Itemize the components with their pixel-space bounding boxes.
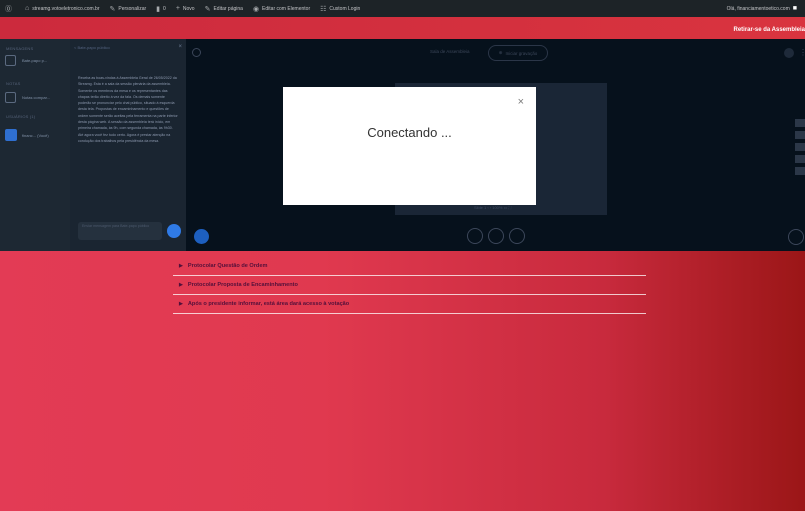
accordion-label: Protocolar Proposta de Encaminhamento <box>187 282 298 288</box>
plus-icon: + <box>175 5 180 12</box>
elementor-icon: ◉ <box>252 5 260 13</box>
connecting-message: Conectando ... <box>367 125 452 140</box>
customize-link[interactable]: ✎ Personalizar <box>105 0 152 17</box>
custom-login-label: Custom Login <box>329 5 361 12</box>
connecting-modal: × Conectando ... <box>283 87 536 205</box>
custom-login-link[interactable]: ☷ Custom Login <box>315 0 365 17</box>
accordion-voting[interactable]: ▶ Após o presidente informar, está área d… <box>173 295 646 314</box>
greeting-label: Olá, financiamentoetico.com <box>726 5 790 12</box>
leave-assembly-link[interactable]: Retirar-se da Assembleia <box>734 27 805 33</box>
caret-right-icon: ▶ <box>179 282 183 288</box>
edit-page-label: Editar página <box>213 5 243 12</box>
pencil-icon: ✎ <box>204 5 211 13</box>
admin-bar: ⓪ ⌂ streamg.votoeletronico.com.br ✎ Person… <box>0 0 805 17</box>
close-icon[interactable]: × <box>518 96 524 108</box>
comments-link[interactable]: ▮ 0 <box>151 0 171 17</box>
customize-label: Personalizar <box>118 5 147 12</box>
brush-icon: ✎ <box>109 5 116 13</box>
top-strip <box>0 17 805 39</box>
home-icon: ⌂ <box>25 5 30 12</box>
account-menu[interactable]: Olá, financiamentoetico.com ■ <box>722 0 805 17</box>
site-name: streamg.votoeletronico.com.br <box>32 5 100 12</box>
accordion-question-of-order[interactable]: ▶ Protocolar Questão de Ordem <box>173 257 646 276</box>
accordion-label: Protocolar Questão de Ordem <box>187 263 268 269</box>
accordion-label: Após o presidente informar, está área da… <box>187 301 350 307</box>
site-name-link[interactable]: ⌂ streamg.votoeletronico.com.br <box>20 0 105 17</box>
new-label: Novo <box>182 5 195 12</box>
comments-count: 0 <box>163 5 166 12</box>
edit-page-link[interactable]: ✎ Editar página <box>200 0 248 17</box>
comment-icon: ▮ <box>156 5 161 13</box>
avatar-icon: ■ <box>792 5 797 12</box>
elementor-label: Editar com Elementor <box>262 5 311 12</box>
grid-icon: ☷ <box>320 5 327 13</box>
page-content: ▶ Protocolar Questão de Ordem ▶ Protocolar… <box>0 251 805 511</box>
caret-right-icon: ▶ <box>179 263 183 269</box>
new-content-link[interactable]: + Novo <box>171 0 200 17</box>
caret-right-icon: ▶ <box>179 301 183 307</box>
elementor-link[interactable]: ◉ Editar com Elementor <box>248 0 315 17</box>
accordion-proposal[interactable]: ▶ Protocolar Proposta de Encaminhamento <box>173 276 646 295</box>
wordpress-logo-icon[interactable]: ⓪ <box>0 0 20 17</box>
